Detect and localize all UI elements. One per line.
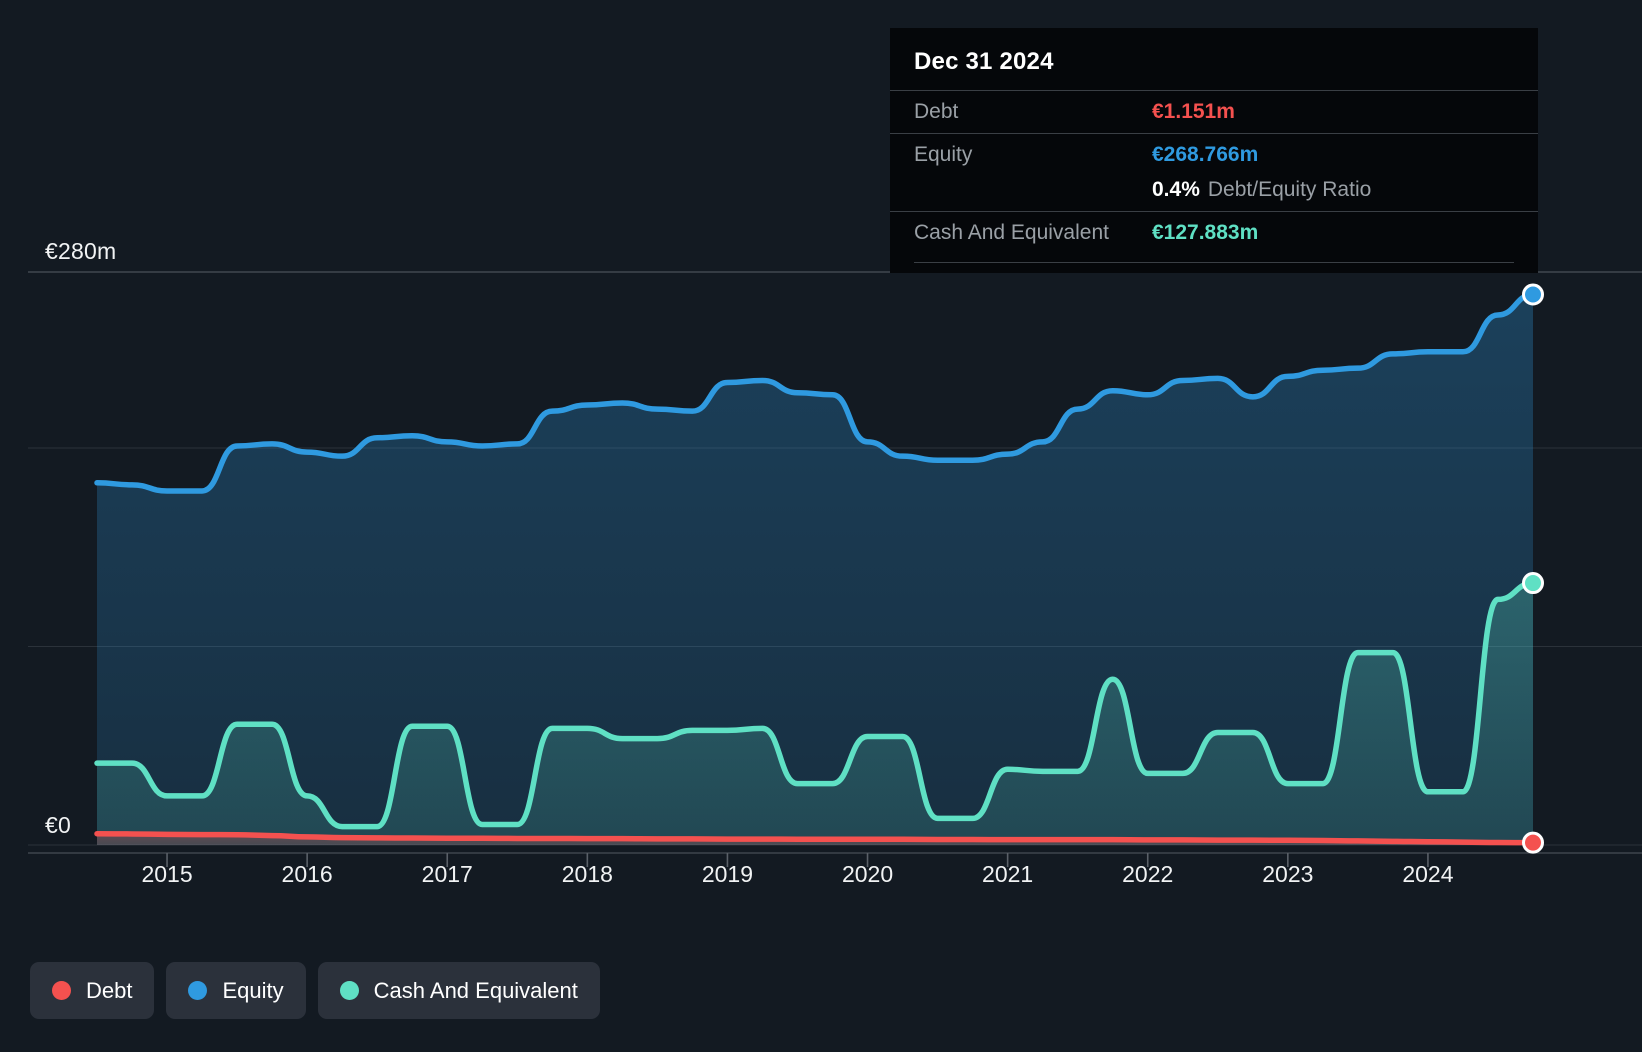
end-marker-debt	[1522, 831, 1544, 854]
x-axis-label-2019: 2019	[701, 861, 754, 887]
tooltip-value-debt: €1.151m	[1152, 100, 1235, 123]
tooltip-key-equity: Equity	[914, 143, 973, 166]
legend-item-debt[interactable]: Debt	[30, 962, 155, 1019]
chart-legend: Debt Equity Cash And Equivalent	[30, 962, 600, 1019]
x-axis-label-2022: 2022	[1122, 861, 1174, 887]
legend-dot-icon	[339, 981, 359, 1000]
tooltip-value-cash: €127.883m	[1152, 221, 1259, 244]
x-axis-label-2018: 2018	[561, 861, 613, 887]
x-axis-label-2023: 2023	[1262, 861, 1314, 887]
tooltip-row-cash: Cash And Equivalent €127.883m	[890, 211, 1538, 254]
end-marker-equity	[1522, 283, 1544, 306]
tooltip-row-equity: Equity €268.766m	[890, 133, 1538, 176]
tooltip-ratio-label: Debt/Equity Ratio	[1207, 178, 1372, 201]
chart-tooltip: Dec 31 2024 Debt €1.151m Equity €268.766…	[890, 28, 1538, 273]
legend-label: Debt	[86, 977, 133, 1003]
tooltip-key-debt: Debt	[914, 100, 959, 123]
tooltip-ratio-group: 0.4% Debt/Equity Ratio	[1152, 178, 1371, 202]
legend-item-cash-and-equivalent[interactable]: Cash And Equivalent	[317, 962, 600, 1019]
legend-label: Cash And Equivalent	[373, 977, 578, 1003]
tooltip-key-cash: Cash And Equivalent	[914, 221, 1109, 244]
tooltip-value-equity: €268.766m	[1152, 143, 1259, 166]
legend-item-equity[interactable]: Equity	[166, 962, 306, 1019]
x-axis-label-2015: 2015	[141, 861, 193, 887]
x-axis-ticks	[28, 852, 1642, 867]
tooltip-ratio-value: 0.4%	[1152, 178, 1200, 201]
tooltip-title: Dec 31 2024	[914, 48, 1054, 75]
x-axis-label-2021: 2021	[982, 861, 1034, 887]
series-areas	[97, 294, 1533, 845]
legend-dot-icon	[52, 981, 71, 1000]
legend-label: Equity	[222, 977, 284, 1003]
y-axis-label-top: €280m	[45, 238, 117, 264]
legend-dot-icon	[188, 981, 208, 1000]
x-axis-label-2016: 2016	[281, 861, 333, 887]
x-axis-label-2020: 2020	[841, 861, 894, 887]
tooltip-bottom-divider	[914, 262, 1514, 263]
x-axis-label-2017: 2017	[421, 861, 473, 887]
debt-equity-chart: €280m €0 2015 2016 2017 2018 2019 2020 2021 202…	[0, 0, 1642, 1052]
tooltip-row-debt: Debt €1.151m	[890, 90, 1538, 133]
x-axis-label-2024: 2024	[1402, 861, 1454, 887]
end-marker-cash-and-equivalent	[1522, 572, 1544, 595]
tooltip-row-debt-equity-ratio: 0.4% Debt/Equity Ratio	[890, 176, 1538, 211]
area-equity	[97, 294, 1533, 845]
y-axis-label-zero: €0	[45, 812, 71, 838]
